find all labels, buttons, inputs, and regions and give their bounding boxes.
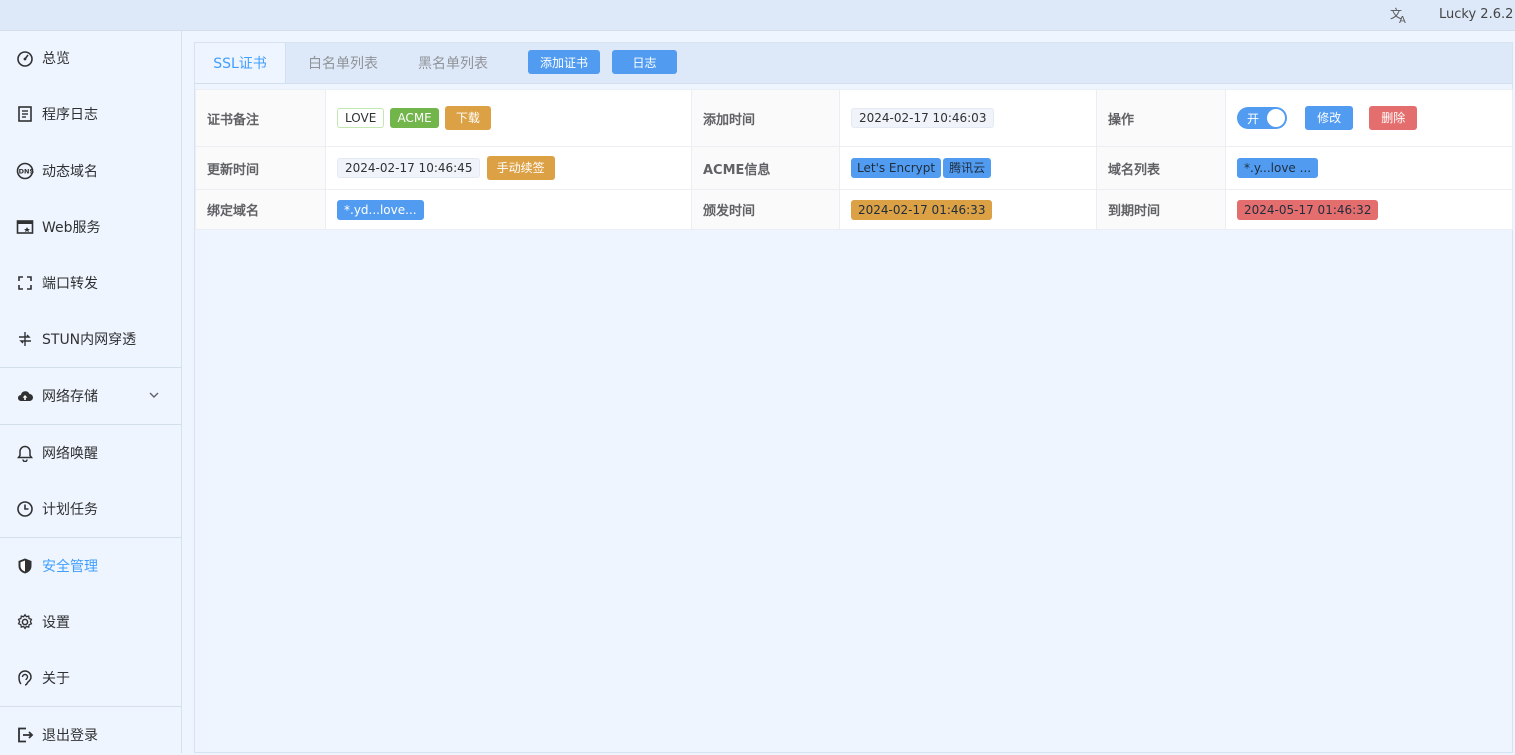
added-time-value: 2024-02-17 10:46:03	[851, 108, 995, 128]
table-row: 证书备注 LOVE ACME 下载 添加时间 2024-02-17 10:46:…	[195, 89, 1513, 147]
cert-note-cell: LOVE ACME 下载	[325, 89, 692, 147]
updated-time-value: 2024-02-17 10:46:45	[337, 158, 481, 178]
sidebar-item-label: 退出登录	[42, 728, 98, 744]
acme-provider-tag: Let's Encrypt	[851, 158, 942, 178]
tab-blacklist[interactable]: 黑名单列表	[403, 43, 503, 83]
sidebar-item-overview[interactable]: 总览	[0, 38, 181, 78]
top-bar: 文A Lucky 2.6.2	[0, 0, 1515, 31]
download-button[interactable]: 下载	[444, 106, 491, 130]
cloud-storage-icon	[16, 387, 34, 405]
stun-icon	[16, 330, 34, 348]
about-icon	[16, 669, 34, 687]
dns-icon: DNS	[16, 162, 34, 180]
sidebar-item-scheduled-tasks[interactable]: 计划任务	[0, 489, 181, 529]
port-forward-icon	[16, 274, 34, 292]
switch-knob	[1267, 109, 1285, 127]
gear-icon	[16, 613, 34, 631]
sidebar-item-port-forward[interactable]: 端口转发	[0, 263, 181, 303]
sidebar-item-label: 计划任务	[42, 502, 98, 518]
sidebar-item-label: 端口转发	[42, 276, 98, 292]
logout-icon	[16, 726, 34, 744]
chevron-down-icon[interactable]	[147, 388, 161, 402]
sidebar-item-wake-on-lan[interactable]: 网络唤醒	[0, 433, 181, 473]
added-time-label: 添加时间	[691, 89, 840, 147]
enable-switch[interactable]: 开	[1237, 107, 1287, 129]
sidebar-item-ddns[interactable]: DNS 动态域名	[0, 151, 181, 191]
sidebar-item-logout[interactable]: 退出登录	[0, 715, 181, 755]
acme-info-label: ACME信息	[691, 146, 840, 190]
log-button[interactable]: 日志	[612, 50, 677, 74]
sidebar-divider	[0, 706, 181, 707]
sidebar-item-label: Web服务	[42, 220, 101, 236]
switch-label: 开	[1247, 112, 1260, 126]
updated-time-cell: 2024-02-17 10:46:45 手动续签	[325, 146, 692, 190]
expire-time-value: 2024-05-17 01:46:32	[1237, 199, 1379, 220]
app-version: Lucky 2.6.2	[1439, 7, 1514, 22]
log-icon	[16, 105, 34, 123]
tab-bar: SSL证书 白名单列表 黑名单列表 添加证书 日志	[195, 43, 1512, 84]
expire-time-cell: 2024-05-17 01:46:32	[1225, 189, 1513, 230]
sidebar-item-security[interactable]: 安全管理	[0, 546, 181, 586]
acme-type-tag: ACME	[390, 108, 439, 128]
sidebar: 总览 程序日志 DNS 动态域名 Web服务 端口转发 STUN内网穿透 网络存…	[0, 31, 182, 753]
sidebar-item-stun[interactable]: STUN内网穿透	[0, 319, 181, 359]
sidebar-item-label: 设置	[42, 615, 70, 631]
sidebar-item-settings[interactable]: 设置	[0, 602, 181, 642]
manual-renew-button[interactable]: 手动续签	[486, 156, 555, 180]
issued-time-cell: 2024-02-17 01:46:33	[839, 189, 1097, 230]
dashboard-icon	[16, 49, 34, 67]
svg-text:A: A	[1399, 15, 1406, 25]
sidebar-item-label: 程序日志	[42, 107, 98, 123]
table-row: 绑定域名 *.yd...love... 颁发时间 2024-02-17 01:4…	[195, 189, 1513, 230]
domain-list-cell: *.y...love ...	[1225, 146, 1513, 190]
sidebar-item-label: 网络存储	[42, 389, 98, 405]
expire-time-label: 到期时间	[1096, 189, 1226, 230]
bound-domain-cell: *.yd...love...	[325, 189, 692, 230]
delete-button[interactable]: 删除	[1369, 106, 1418, 130]
sidebar-divider	[0, 367, 181, 368]
added-time-cell: 2024-02-17 10:46:03	[839, 89, 1097, 147]
bound-domain-label: 绑定域名	[195, 189, 326, 230]
edit-button[interactable]: 修改	[1305, 106, 1354, 130]
translate-icon[interactable]: 文A	[1389, 5, 1409, 26]
sidebar-item-label: 关于	[42, 671, 70, 687]
sidebar-divider	[0, 537, 181, 538]
tab-whitelist[interactable]: 白名单列表	[293, 43, 393, 83]
sidebar-item-logs[interactable]: 程序日志	[0, 94, 181, 134]
operation-cell: 开 修改 删除	[1225, 89, 1513, 147]
issued-time-value: 2024-02-17 01:46:33	[851, 199, 993, 220]
sidebar-item-label: 安全管理	[42, 559, 98, 575]
acme-info-cell: Let's Encrypt 腾讯云	[839, 146, 1097, 190]
sidebar-item-about[interactable]: 关于	[0, 658, 181, 698]
table-row: 更新时间 2024-02-17 10:46:45 手动续签 ACME信息 Let…	[195, 146, 1513, 190]
shield-icon	[16, 557, 34, 575]
cert-info-table: 证书备注 LOVE ACME 下载 添加时间 2024-02-17 10:46:…	[195, 89, 1513, 230]
cert-note-label: 证书备注	[195, 89, 326, 147]
note-tag: LOVE	[337, 108, 385, 128]
sidebar-item-web-service[interactable]: Web服务	[0, 207, 181, 247]
svg-text:DNS: DNS	[19, 168, 34, 176]
updated-time-label: 更新时间	[195, 146, 326, 190]
add-cert-button[interactable]: 添加证书	[528, 50, 600, 74]
sidebar-divider	[0, 424, 181, 425]
sidebar-item-network-storage[interactable]: 网络存储	[0, 376, 181, 416]
sidebar-item-label: 动态域名	[42, 164, 98, 180]
operation-label: 操作	[1096, 89, 1226, 147]
tab-ssl-certs[interactable]: SSL证书	[195, 43, 286, 83]
sidebar-item-label: 网络唤醒	[42, 446, 98, 462]
dns-provider-tag: 腾讯云	[943, 158, 992, 178]
web-service-icon	[16, 218, 34, 236]
issued-time-label: 颁发时间	[691, 189, 840, 230]
main-panel: SSL证书 白名单列表 黑名单列表 添加证书 日志 证书备注 LOVE ACME…	[194, 42, 1513, 753]
bell-icon	[16, 444, 34, 462]
domain-list-tag: *.y...love ...	[1237, 158, 1319, 178]
sidebar-item-label: 总览	[42, 51, 70, 67]
sidebar-item-label: STUN内网穿透	[42, 332, 137, 348]
bound-domain-tag: *.yd...love...	[337, 199, 424, 220]
clock-icon	[16, 500, 34, 518]
domain-list-label: 域名列表	[1096, 146, 1226, 190]
